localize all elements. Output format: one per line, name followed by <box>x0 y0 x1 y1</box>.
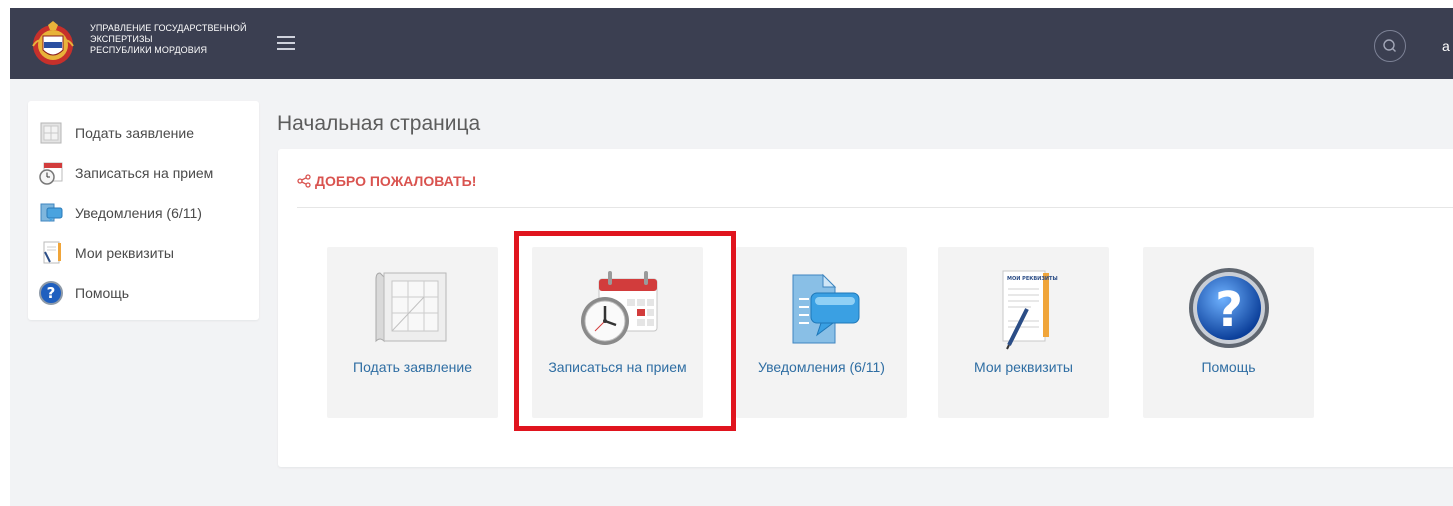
tile-label: Уведомления (6/11) <box>758 359 885 375</box>
search-button[interactable] <box>1374 30 1406 62</box>
calendar-clock-icon <box>581 271 658 345</box>
svg-text:?: ? <box>1215 282 1243 338</box>
calendar-clock-icon <box>39 162 63 185</box>
welcome-heading: ДОБРО ПОЖАЛОВАТЬ! <box>297 173 476 189</box>
top-header: УПРАВЛЕНИЕ ГОСУДАРСТВЕННОЙ ЭКСПЕРТИЗЫ РЕ… <box>10 8 1453 79</box>
document-pen-icon <box>43 241 61 264</box>
notification-icon <box>792 273 860 344</box>
page-title: Начальная страница <box>277 112 481 135</box>
sidebar-item-help[interactable]: ? Помощь <box>28 273 259 313</box>
tile-help[interactable]: ? Помощь <box>1143 247 1314 418</box>
blueprint-icon <box>375 272 447 343</box>
share-icon <box>297 174 311 188</box>
tile-label: Мои реквизиты <box>974 359 1073 375</box>
sidebar-item-label: Помощь <box>75 285 130 301</box>
app-frame: УПРАВЛЕНИЕ ГОСУДАРСТВЕННОЙ ЭКСПЕРТИЗЫ РЕ… <box>10 8 1453 506</box>
sidebar-item-notifications[interactable]: Уведомления (6/11) <box>28 193 259 233</box>
svg-text:?: ? <box>47 284 56 302</box>
coat-of-arms-logo[interactable] <box>30 20 76 68</box>
blueprint-icon <box>40 122 62 144</box>
sidebar-item-label: Уведомления (6/11) <box>75 205 202 221</box>
help-icon: ? <box>39 281 63 305</box>
tile-submit-application[interactable]: Подать заявление <box>327 247 498 418</box>
divider <box>297 207 1453 208</box>
tile-label: Помощь <box>1201 359 1256 375</box>
tile-label: Подать заявление <box>353 359 472 375</box>
sidebar-item-requisites[interactable]: Мои реквизиты <box>28 233 259 273</box>
notification-icon <box>40 203 63 222</box>
welcome-panel: ДОБРО ПОЖАЛОВАТЬ! Подать заявление Запис… <box>278 149 1453 467</box>
user-menu[interactable]: a <box>1442 38 1450 54</box>
brand-title: УПРАВЛЕНИЕ ГОСУДАРСТВЕННОЙ ЭКСПЕРТИЗЫ РЕ… <box>90 23 247 56</box>
sidebar-item-submit-application[interactable]: Подать заявление <box>28 113 259 153</box>
sidebar: Подать заявление Записаться на прием Уве… <box>28 101 259 320</box>
document-pen-icon: МОИ РЕКВИЗИТЫ <box>1002 270 1058 350</box>
help-icon: ? <box>1189 268 1269 348</box>
tile-requisites[interactable]: МОИ РЕКВИЗИТЫ Мои реквизиты <box>938 247 1109 418</box>
brand-line-2: ЭКСПЕРТИЗЫ <box>90 34 153 44</box>
hamburger-icon[interactable] <box>277 36 297 52</box>
sidebar-item-label: Мои реквизиты <box>75 245 174 261</box>
tile-notifications[interactable]: Уведомления (6/11) <box>736 247 907 418</box>
document-caption: МОИ РЕКВИЗИТЫ <box>1007 276 1058 282</box>
brand-line-1: УПРАВЛЕНИЕ ГОСУДАРСТВЕННОЙ <box>90 23 247 33</box>
search-icon <box>1383 39 1396 52</box>
sidebar-item-label: Записаться на прием <box>75 165 214 181</box>
sidebar-item-label: Подать заявление <box>75 125 194 141</box>
sidebar-item-appointment[interactable]: Записаться на прием <box>28 153 259 193</box>
tile-appointment[interactable]: Записаться на прием <box>532 247 703 418</box>
brand-line-3: РЕСПУБЛИКИ МОРДОВИЯ <box>90 45 208 55</box>
welcome-text: ДОБРО ПОЖАЛОВАТЬ! <box>315 173 477 189</box>
tile-label: Записаться на прием <box>548 359 687 375</box>
